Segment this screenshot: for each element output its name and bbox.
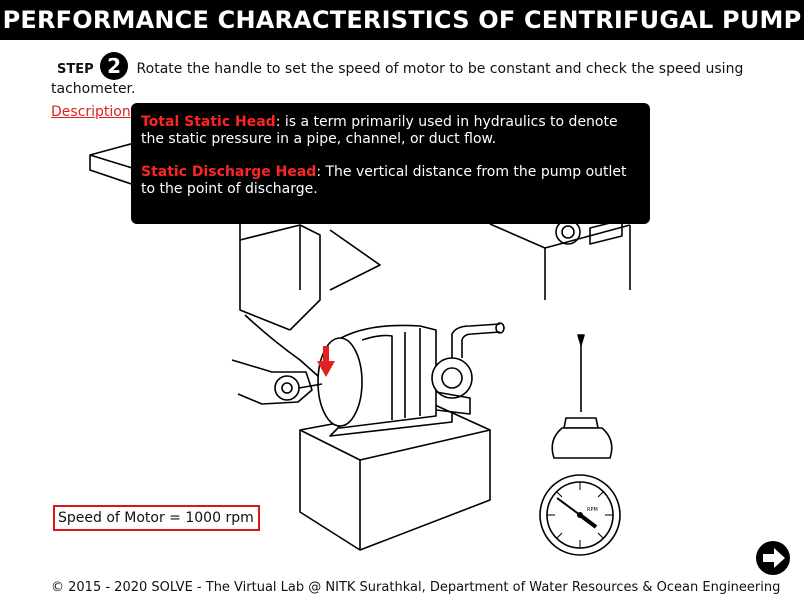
definition-tooltip: Total Static Head: is a term primarily u… <box>131 103 650 224</box>
arrow-right-icon <box>763 548 785 568</box>
tooltip-item-static-discharge-head: Static Discharge Head: The vertical dist… <box>141 164 640 198</box>
term-total-static-head: Total Static Head <box>141 114 276 130</box>
tachometer-scale-label: RPM <box>587 507 598 513</box>
term-static-discharge-head: Static Discharge Head <box>141 164 317 180</box>
tooltip-item-total-static-head: Total Static Head: is a term primarily u… <box>141 114 640 148</box>
footer-copyright: © 2015 - 2020 SOLVE - The Virtual Lab @ … <box>51 580 781 595</box>
speed-readout: Speed of Motor = 1000 rpm <box>53 505 260 531</box>
next-button[interactable] <box>756 541 790 575</box>
